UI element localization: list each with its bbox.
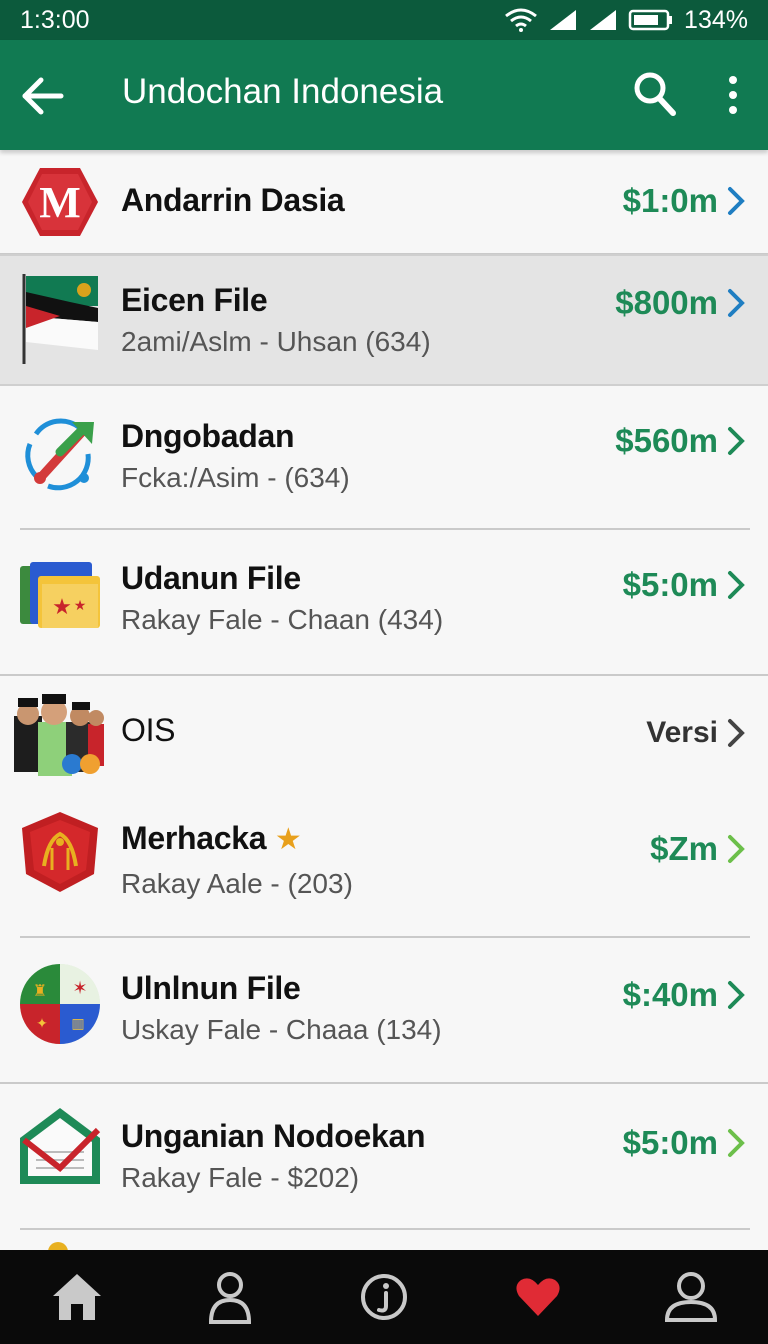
svg-text:M: M bbox=[39, 178, 81, 227]
list-item[interactable]: ♜ ✶ ▥ ✦ Ulnlnun File Uskay Fale - Chaaa … bbox=[0, 938, 768, 1082]
list-item-title-text: Merhacka bbox=[121, 820, 267, 856]
nav-favorites-button[interactable] bbox=[508, 1267, 568, 1327]
bottom-nav bbox=[0, 1250, 768, 1344]
folder-stars-icon: ★ ★ bbox=[20, 562, 100, 628]
list-item-title: Eicen File bbox=[121, 282, 268, 318]
page-title: Undochan Indonesia bbox=[122, 72, 444, 111]
list-item-title: OIS bbox=[121, 712, 176, 748]
list-item-title: Unganian Nodoekan bbox=[121, 1118, 426, 1154]
account-icon bbox=[665, 1272, 718, 1322]
arrow-left-icon bbox=[22, 77, 64, 115]
nav-home-button[interactable] bbox=[47, 1267, 107, 1327]
app-bar: Undochan Indonesia bbox=[0, 40, 768, 150]
sync-arrows-icon bbox=[25, 418, 94, 491]
chevron-right-icon bbox=[728, 571, 745, 599]
heart-icon bbox=[516, 1278, 560, 1316]
svg-text:★: ★ bbox=[52, 595, 72, 620]
nav-account-button[interactable] bbox=[661, 1267, 721, 1327]
list-item-title: Udanun File bbox=[121, 560, 301, 596]
chevron-right-icon bbox=[728, 289, 745, 317]
search-button[interactable] bbox=[632, 70, 678, 118]
list-item-price: $560m bbox=[615, 422, 718, 459]
list-item[interactable]: OIS Versi bbox=[0, 676, 768, 788]
battery-percent: 134% bbox=[684, 5, 748, 34]
chevron-right-icon bbox=[728, 1129, 745, 1157]
file-list: M Andarrin Dasia $1:0m Eicen File 2ami/A… bbox=[0, 150, 768, 1250]
more-vert-icon bbox=[729, 76, 737, 114]
nav-profile-button[interactable] bbox=[200, 1267, 260, 1327]
list-item-title: Dngobadan bbox=[121, 418, 295, 454]
battery-icon bbox=[628, 9, 673, 31]
list-item-price: $:40m bbox=[622, 976, 718, 1013]
flag-icon bbox=[22, 274, 98, 364]
list-item-subtitle: Uskay Fale - Chaaa (134) bbox=[121, 1014, 442, 1045]
chevron-right-icon bbox=[728, 981, 745, 1009]
list-item-price: $1:0m bbox=[622, 182, 718, 219]
list-item-price: $Zm bbox=[650, 830, 718, 867]
svg-text:♜: ♜ bbox=[33, 981, 47, 1000]
status-time: 1:3:00 bbox=[20, 5, 90, 34]
list-item-price: $5:0m bbox=[622, 566, 718, 603]
profile-icon bbox=[209, 1272, 252, 1324]
wifi-icon bbox=[505, 8, 537, 32]
red-emblem-icon bbox=[22, 812, 98, 892]
svg-text:✦: ✦ bbox=[36, 1016, 48, 1032]
list-item-title: Ulnlnun File bbox=[121, 970, 301, 1006]
search-icon bbox=[634, 72, 676, 116]
chevron-right-icon bbox=[728, 835, 745, 863]
chevron-right-icon bbox=[728, 187, 745, 215]
list-item-subtitle: Rakay Fale - $202) bbox=[121, 1162, 360, 1193]
list-item-subtitle: Fcka:/Asim - (634) bbox=[121, 462, 350, 493]
chevron-right-icon bbox=[728, 427, 745, 455]
back-button[interactable] bbox=[20, 73, 66, 119]
svg-text:★: ★ bbox=[74, 598, 87, 614]
people-group-icon bbox=[14, 694, 104, 776]
red-hexagon-m-logo: M bbox=[22, 168, 98, 236]
list-item-selected[interactable]: Eicen File 2ami/Aslm - Uhsan (634) $800m bbox=[0, 254, 768, 386]
chevron-right-icon bbox=[728, 719, 745, 747]
mail-house-icon bbox=[20, 1108, 101, 1184]
list-item-title: Andarrin Dasia bbox=[121, 182, 345, 218]
signal-icon-2 bbox=[590, 10, 617, 30]
info-icon bbox=[360, 1274, 407, 1320]
crest-circle-icon: ♜ ✶ ▥ ✦ bbox=[20, 964, 100, 1044]
list-item-price: $800m bbox=[615, 284, 718, 321]
nav-info-button[interactable] bbox=[354, 1267, 414, 1327]
signal-icon bbox=[550, 10, 577, 30]
list-item-subtitle: 2ami/Aslm - Uhsan (634) bbox=[121, 326, 431, 357]
list-item[interactable]: Dngobadan Fcka:/Asim - (634) $560m bbox=[0, 386, 768, 528]
next-item-peek bbox=[48, 1242, 68, 1250]
list-item[interactable]: Unganian Nodoekan Rakay Fale - $202) $5:… bbox=[0, 1084, 768, 1228]
star-icon: ★ bbox=[274, 822, 302, 857]
list-item-version: Versi bbox=[646, 716, 718, 749]
list-item[interactable]: Merhacka ★ Rakay Aale - (203) $Zm bbox=[0, 790, 768, 936]
status-icons: 134% bbox=[504, 6, 748, 35]
home-icon bbox=[52, 1274, 101, 1320]
list-item[interactable]: ★ ★ Udanun File Rakay Fale - Chaan (434)… bbox=[0, 530, 768, 674]
app-screen: 1:3:00 134% Undochan Indonesia M Andarri… bbox=[0, 0, 768, 1344]
svg-text:✶: ✶ bbox=[72, 978, 87, 999]
list-item-title: Merhacka ★ bbox=[121, 820, 302, 857]
divider bbox=[20, 1228, 750, 1230]
status-bar: 1:3:00 134% bbox=[0, 0, 768, 40]
svg-text:▥: ▥ bbox=[71, 1016, 84, 1032]
list-item-subtitle: Rakay Fale - Chaan (434) bbox=[121, 604, 444, 635]
list-item[interactable]: M Andarrin Dasia $1:0m bbox=[0, 150, 768, 254]
list-item-price: $5:0m bbox=[622, 1124, 718, 1161]
overflow-menu-button[interactable] bbox=[722, 74, 744, 116]
list-item-subtitle: Rakay Aale - (203) bbox=[121, 868, 353, 899]
